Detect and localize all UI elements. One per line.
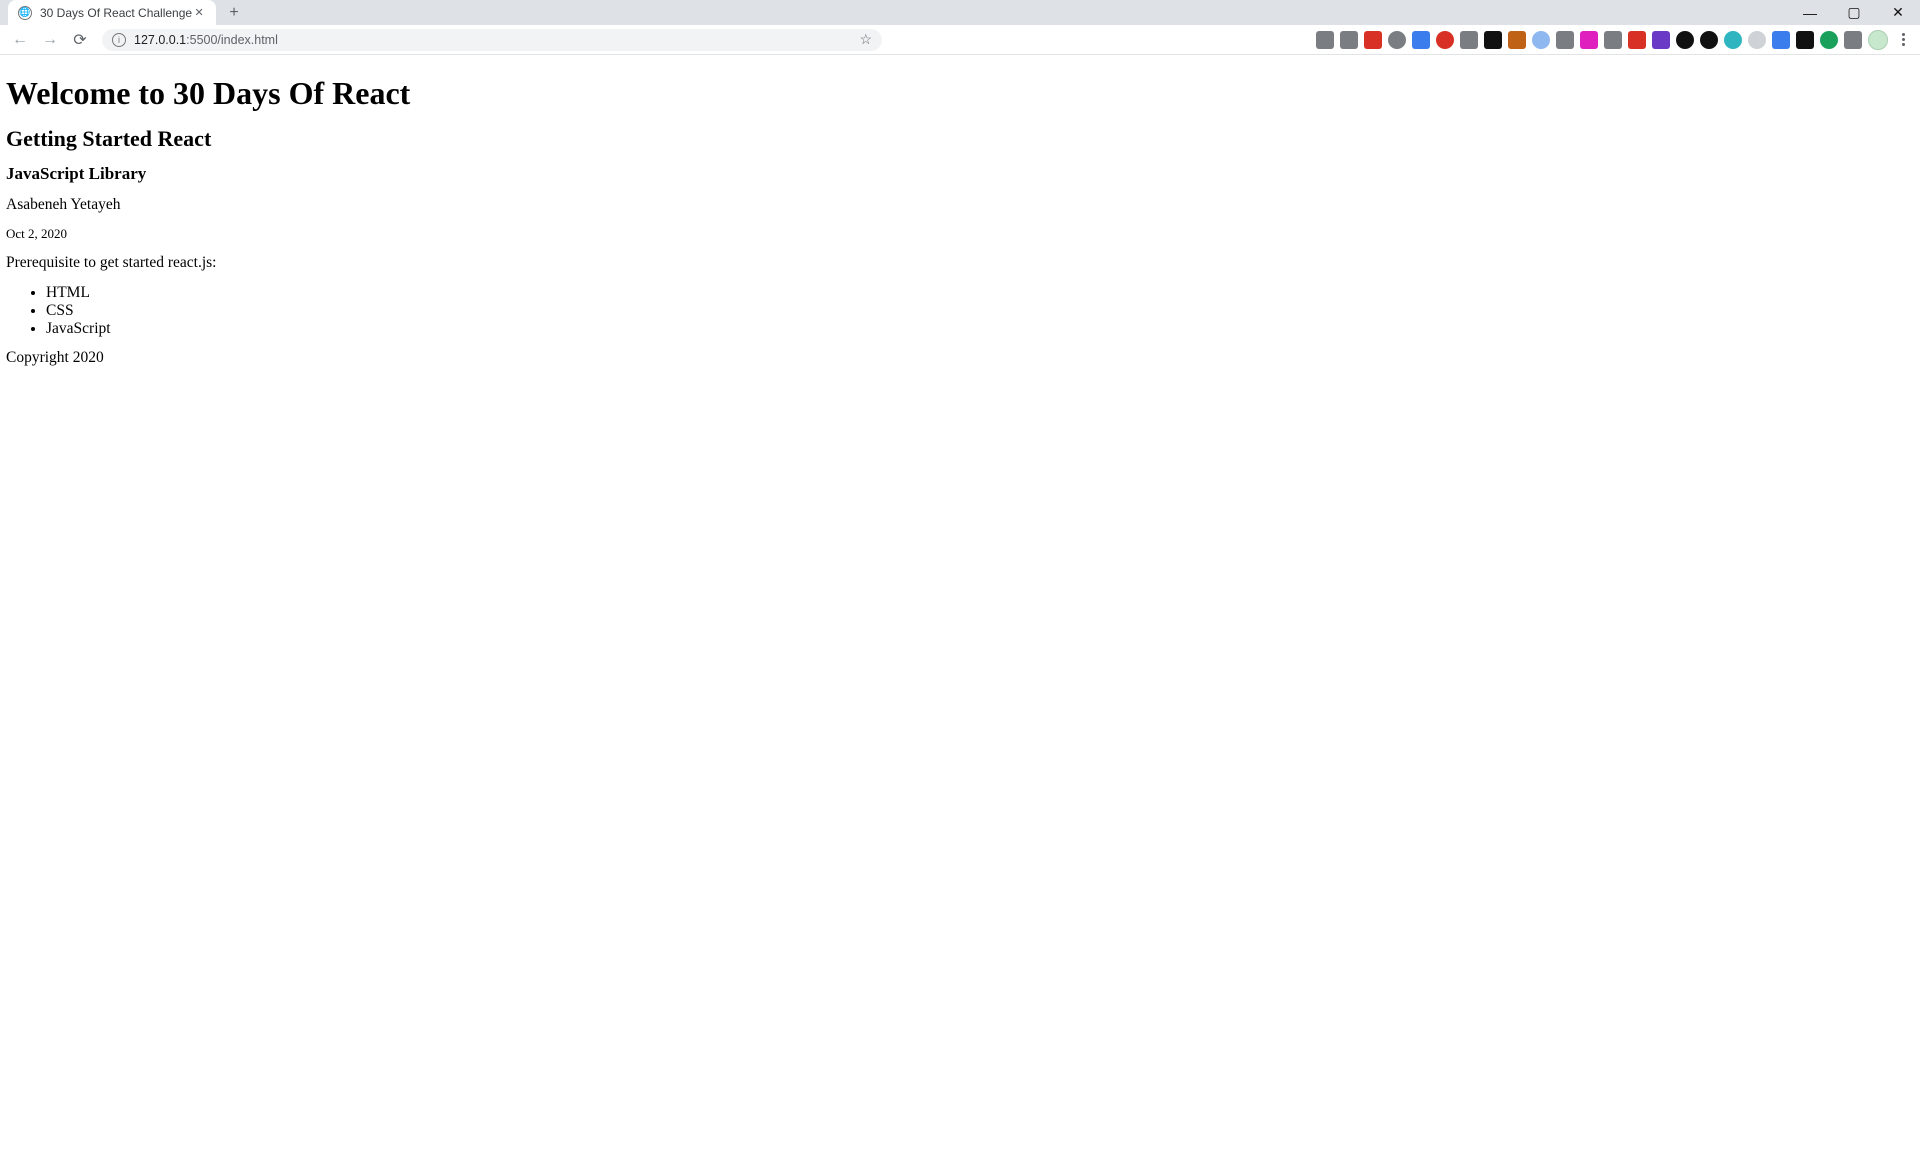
- date-text: Oct 2, 2020: [6, 226, 1914, 242]
- browser-titlebar: 🌐 30 Days Of React Challenge ✕ + — ▢ ✕: [0, 0, 1920, 25]
- extension-icon[interactable]: [1460, 31, 1478, 49]
- profile-avatar[interactable]: [1868, 30, 1888, 50]
- browser-toolbar: ← → ⟳ i 127.0.0.1:5500/index.html ☆: [0, 25, 1920, 55]
- extension-icon[interactable]: [1748, 31, 1766, 49]
- extension-icon[interactable]: [1820, 31, 1838, 49]
- close-window-button[interactable]: ✕: [1876, 0, 1920, 25]
- footer-text: Copyright 2020: [6, 349, 1914, 367]
- extension-icon[interactable]: [1796, 31, 1814, 49]
- globe-icon: 🌐: [18, 6, 32, 20]
- back-button[interactable]: ←: [8, 28, 32, 52]
- list-item: CSS: [46, 302, 1914, 320]
- extension-icon[interactable]: [1388, 31, 1406, 49]
- reload-button[interactable]: ⟳: [68, 28, 92, 52]
- extension-icon[interactable]: [1364, 31, 1382, 49]
- close-tab-icon[interactable]: ✕: [192, 6, 206, 20]
- url-text: 127.0.0.1:5500/index.html: [134, 33, 278, 47]
- extension-icon[interactable]: [1316, 31, 1334, 49]
- page-footer: Copyright 2020: [6, 349, 1914, 367]
- page-heading-h2: Getting Started React: [6, 126, 1914, 152]
- extension-icon[interactable]: [1532, 31, 1550, 49]
- extension-icon[interactable]: [1652, 31, 1670, 49]
- list-item: JavaScript: [46, 320, 1914, 338]
- extension-icon[interactable]: [1508, 31, 1526, 49]
- extension-icon[interactable]: [1556, 31, 1574, 49]
- extension-icon[interactable]: [1628, 31, 1646, 49]
- maximize-button[interactable]: ▢: [1832, 0, 1876, 25]
- extension-icon[interactable]: [1700, 31, 1718, 49]
- bookmark-star-icon[interactable]: ☆: [859, 31, 872, 48]
- site-info-icon[interactable]: i: [112, 33, 126, 47]
- url-host: 127.0.0.1: [134, 33, 186, 47]
- extension-icon[interactable]: [1580, 31, 1598, 49]
- extensions-row: [1316, 30, 1912, 50]
- forward-button[interactable]: →: [38, 28, 62, 52]
- extension-icon[interactable]: [1436, 31, 1454, 49]
- prereq-intro: Prerequisite to get started react.js:: [6, 254, 1914, 272]
- page-heading-h3: JavaScript Library: [6, 164, 1914, 184]
- extension-icon[interactable]: [1676, 31, 1694, 49]
- page-heading-h1: Welcome to 30 Days Of React: [6, 75, 1914, 112]
- extension-icon[interactable]: [1724, 31, 1742, 49]
- extension-icon[interactable]: [1604, 31, 1622, 49]
- extension-icon[interactable]: [1484, 31, 1502, 49]
- chrome-menu-button[interactable]: [1894, 33, 1912, 46]
- extension-icon[interactable]: [1772, 31, 1790, 49]
- list-item: HTML: [46, 284, 1914, 302]
- address-bar[interactable]: i 127.0.0.1:5500/index.html ☆: [102, 29, 882, 51]
- browser-tab[interactable]: 🌐 30 Days Of React Challenge ✕: [8, 0, 216, 25]
- prereq-list: HTML CSS JavaScript: [6, 284, 1914, 337]
- extension-icon[interactable]: [1340, 31, 1358, 49]
- author-text: Asabeneh Yetayeh: [6, 196, 1914, 214]
- tab-title: 30 Days Of React Challenge: [40, 6, 192, 20]
- minimize-button[interactable]: —: [1788, 0, 1832, 25]
- window-controls: — ▢ ✕: [1788, 0, 1920, 25]
- page-content: Welcome to 30 Days Of React Getting Star…: [0, 55, 1920, 383]
- extension-icon[interactable]: [1412, 31, 1430, 49]
- url-rest: :5500/index.html: [186, 33, 278, 47]
- extensions-puzzle-icon[interactable]: [1844, 31, 1862, 49]
- new-tab-button[interactable]: +: [222, 1, 246, 25]
